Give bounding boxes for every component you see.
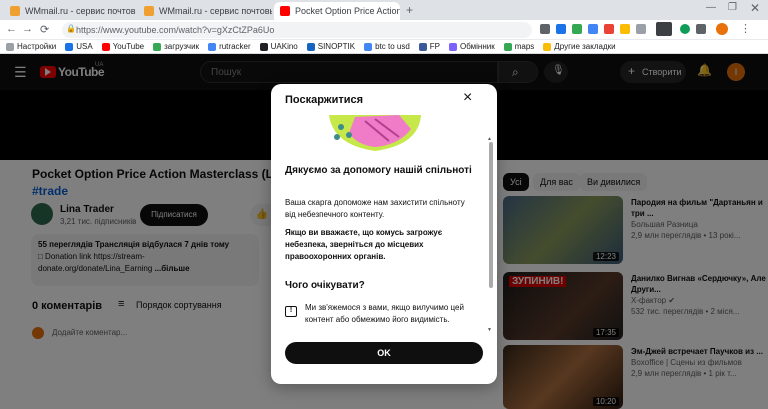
- bookmark-item[interactable]: btc to usd: [364, 42, 410, 51]
- dialog-heading: Дякуємо за допомогу нашій спільноті: [285, 165, 472, 176]
- maximize-icon[interactable]: ❐: [728, 2, 737, 13]
- google-icon: [364, 42, 373, 51]
- maps-icon: [503, 42, 512, 51]
- back-icon[interactable]: ←: [6, 23, 17, 35]
- extension-icon[interactable]: [588, 24, 598, 34]
- rutracker-icon: [208, 42, 217, 51]
- dialog-paragraph-emphasis: Якщо ви вважаєте, що комусь загрожує неб…: [285, 228, 443, 261]
- fp-icon: [418, 42, 427, 51]
- feedback-icon: !: [285, 306, 297, 317]
- bookmark-item[interactable]: rutracker: [208, 42, 251, 51]
- extension-icon[interactable]: [604, 24, 614, 34]
- browser-tab-strip: WMmail.ru - сервис почтовых рас × WMmail…: [0, 0, 768, 20]
- browser-tab[interactable]: WMmail.ru - сервис почтовых рас ×: [138, 2, 272, 20]
- bookmark-item[interactable]: USA: [65, 42, 93, 51]
- extension-icon[interactable]: [572, 24, 582, 34]
- illustration-dot: [346, 132, 352, 138]
- scroll-up-icon[interactable]: ▲: [487, 136, 492, 142]
- forward-icon[interactable]: →: [22, 23, 33, 35]
- bookmark-item[interactable]: загрузчик: [153, 42, 199, 51]
- lock-icon: 🔒: [66, 24, 76, 33]
- browser-tab[interactable]: WMmail.ru - сервис почтовых рас ×: [4, 2, 136, 20]
- tab-title: WMmail.ru - сервис почтовых рас: [159, 6, 272, 16]
- reload-icon[interactable]: ⟳: [40, 23, 49, 36]
- url-input[interactable]: 🔒 https://www.youtube.com/watch?v=gXzCtZ…: [62, 22, 532, 38]
- bookmark-item[interactable]: YouTube: [101, 42, 144, 51]
- illustration-dot: [338, 124, 344, 130]
- exchange-icon: [449, 42, 458, 51]
- dialog-title: Поскаржитися: [285, 94, 364, 106]
- ok-button[interactable]: OK: [285, 342, 483, 364]
- tab-title: Pocket Option Price Action M: [295, 6, 400, 16]
- wmmail-favicon-icon: [10, 6, 20, 16]
- tab-title: WMmail.ru - сервис почтовых рас: [25, 6, 136, 16]
- bookmark-item[interactable]: Другие закладки: [543, 42, 616, 51]
- download-icon: [153, 42, 162, 51]
- screenshot-icon[interactable]: [540, 24, 550, 34]
- flag-icon: [65, 42, 74, 51]
- browser-menu-icon[interactable]: ⋮: [740, 22, 751, 35]
- extension-icon[interactable]: [620, 24, 630, 34]
- url-text: https://www.youtube.com/watch?v=gXzCtZPa…: [76, 25, 275, 35]
- bookmark-item[interactable]: Обмінник: [449, 42, 495, 51]
- extension-icon[interactable]: [680, 24, 690, 34]
- sinoptik-icon: [306, 42, 315, 51]
- bookmark-item[interactable]: SINOPTIK: [306, 42, 355, 51]
- minimize-icon[interactable]: —: [706, 2, 716, 13]
- dialog-paragraph: Ми зв'яжемося з вами, якщо вилучимо цей …: [305, 303, 464, 324]
- browser-tab-active[interactable]: Pocket Option Price Action M ×: [274, 2, 400, 20]
- bookmarks-bar: Настройки USA YouTube загрузчик rutracke…: [0, 40, 768, 54]
- report-dialog: Поскаржитися × Дякуємо за допомогу нашій…: [271, 84, 497, 384]
- profile-avatar-icon[interactable]: [716, 23, 728, 35]
- bookmark-item[interactable]: UAKino: [259, 42, 298, 51]
- extensions-puzzle-icon[interactable]: [696, 24, 706, 34]
- report-illustration: [329, 115, 421, 151]
- dialog-subheading: Чого очікувати?: [285, 280, 365, 291]
- illustration-dot: [334, 134, 340, 140]
- new-tab-button[interactable]: +: [406, 3, 413, 17]
- close-dialog-button[interactable]: ×: [463, 89, 472, 107]
- scroll-down-icon[interactable]: ▼: [487, 327, 492, 333]
- dialog-paragraph: Ваша скарга допоможе нам захистити спіль…: [285, 198, 465, 219]
- extension-icon[interactable]: [636, 24, 646, 34]
- bookmark-item[interactable]: maps: [503, 42, 534, 51]
- address-bar-row: ← → ⟳ 🔒 https://www.youtube.com/watch?v=…: [0, 20, 768, 40]
- youtube-icon: [101, 42, 110, 51]
- ltc-price-icon[interactable]: [656, 22, 672, 36]
- dialog-scrollbar-thumb[interactable]: [489, 142, 493, 288]
- gear-icon: [6, 42, 14, 51]
- folder-icon: [543, 42, 552, 51]
- youtube-favicon-icon: [280, 6, 290, 16]
- window-close-icon[interactable]: ✕: [750, 1, 760, 15]
- bookmark-item[interactable]: FP: [418, 42, 440, 51]
- wmmail-favicon-icon: [144, 6, 154, 16]
- bookmark-item[interactable]: Настройки: [6, 42, 56, 51]
- uakino-icon: [259, 42, 268, 51]
- download-icon[interactable]: [556, 24, 566, 34]
